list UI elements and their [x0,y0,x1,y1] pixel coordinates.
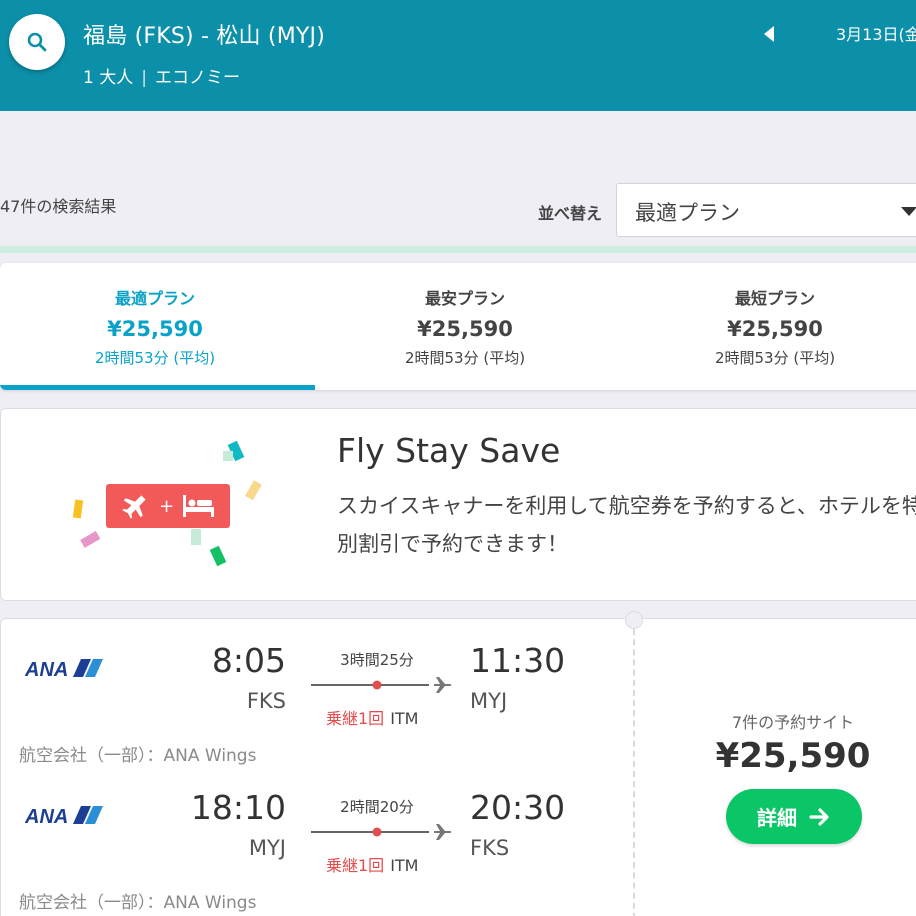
tab-duration: 2時間53分 (平均) [94,349,216,367]
stops-info: 乗継1回 ITM [326,852,418,876]
flight-result-card[interactable]: ANA 8:05 FKS 3時間25分 乗継1回 ITM 11:30 MYJ 航空… [0,611,916,916]
svg-text:ANA: ANA [25,806,68,828]
plane-icon [434,824,452,840]
separator: | [141,68,147,88]
search-button[interactable] [9,14,65,70]
search-icon [27,32,47,52]
arrival-airport: FKS [470,836,510,860]
booking-sites-count: 7件の予約サイト [731,713,855,732]
tab-price: ¥25,590 [107,317,203,341]
via-airport: ITM [390,856,419,875]
flight-duration: 2時間20分 [340,798,414,816]
ana-logo: ANA [25,659,103,681]
tab-price: ¥25,590 [727,317,823,341]
plus-sign: + [159,496,174,517]
tab-best[interactable]: 最適プラン ¥25,590 2時間53分 (平均) [0,263,315,390]
plan-tabs: 最適プラン ¥25,590 2時間53分 (平均) 最安プラン ¥25,590 … [0,263,916,390]
departure-airport: MYJ [248,836,286,860]
stop-count: 乗継1回 [326,856,385,875]
flight-duration: 3時間25分 [340,651,414,669]
result-count: 47件の検索結果 [0,197,117,216]
details-button[interactable]: 詳細 [726,789,862,844]
route-line [311,824,452,840]
flight-hotel-illustration: + [72,440,262,567]
caret-down-icon [901,207,916,216]
arrival-airport: MYJ [470,689,508,713]
operated-by: 航空会社（一部）：ANA Wings [19,746,257,766]
svg-text:ANA: ANA [25,659,68,681]
return-leg: ANA 18:10 MYJ 2時間20分 乗継1回 ITM 20:30 FKS 航… [1,766,631,913]
tab-name: 最短プラン [734,289,815,308]
departure-airport: FKS [246,689,286,713]
date-selector[interactable]: 3月13日(金 [836,21,916,45]
route-line [311,677,452,693]
plane-icon [434,677,452,693]
fly-stay-save-banner[interactable]: + Fly Stay Save スカイスキャナーを利用して航空券を予約すると、ホ… [0,408,916,601]
promo-title: Fly Stay Save [337,431,561,470]
arrival-time: 20:30 [470,788,566,827]
stops-info: 乗継1回 ITM [326,705,418,729]
trip-summary[interactable]: 1 大人 | エコノミー [83,63,240,88]
route-title[interactable]: 福島 (FKS) - 松山 (MYJ) [83,18,325,50]
via-airport: ITM [390,709,419,728]
arrow-right-icon [809,807,829,826]
outbound-leg: ANA 8:05 FKS 3時間25分 乗継1回 ITM 11:30 MYJ 航空… [1,619,631,766]
chevron-left-icon[interactable] [760,24,778,44]
search-progress-bar [0,246,916,253]
flight-price: ¥25,590 [715,736,871,776]
departure-time: 18:10 [190,788,286,827]
tab-duration: 2時間53分 (平均) [404,349,526,367]
sort-value: 最適プラン [635,201,740,225]
cabin-class: エコノミー [154,68,240,88]
details-label: 詳細 [757,806,797,830]
stop-count: 乗継1回 [326,709,385,728]
promo-description: スカイスキャナーを利用して航空券を予約すると、ホテルを特別割引で予約できます！ [337,494,916,556]
app-header: 福島 (FKS) - 松山 (MYJ) 1 大人 | エコノミー 3月13日(金 [0,0,916,111]
tab-price: ¥25,590 [417,317,513,341]
ana-logo: ANA [25,806,103,828]
tab-name: 最適プラン [114,289,195,308]
tab-name: 最安プラン [424,289,505,308]
tab-duration: 2時間53分 (平均) [714,349,836,367]
sort-dropdown[interactable]: 最適プラン [616,183,916,237]
operated-by: 航空会社（一部）：ANA Wings [19,893,257,913]
arrival-time: 11:30 [470,641,566,680]
tab-cheapest[interactable]: 最安プラン ¥25,590 2時間53分 (平均) [310,263,620,390]
sort-label: 並べ替え [538,204,603,223]
tab-fastest[interactable]: 最短プラン ¥25,590 2時間53分 (平均) [620,263,916,390]
departure-time: 8:05 [211,641,286,680]
passenger-count: 1 大人 [83,68,134,88]
